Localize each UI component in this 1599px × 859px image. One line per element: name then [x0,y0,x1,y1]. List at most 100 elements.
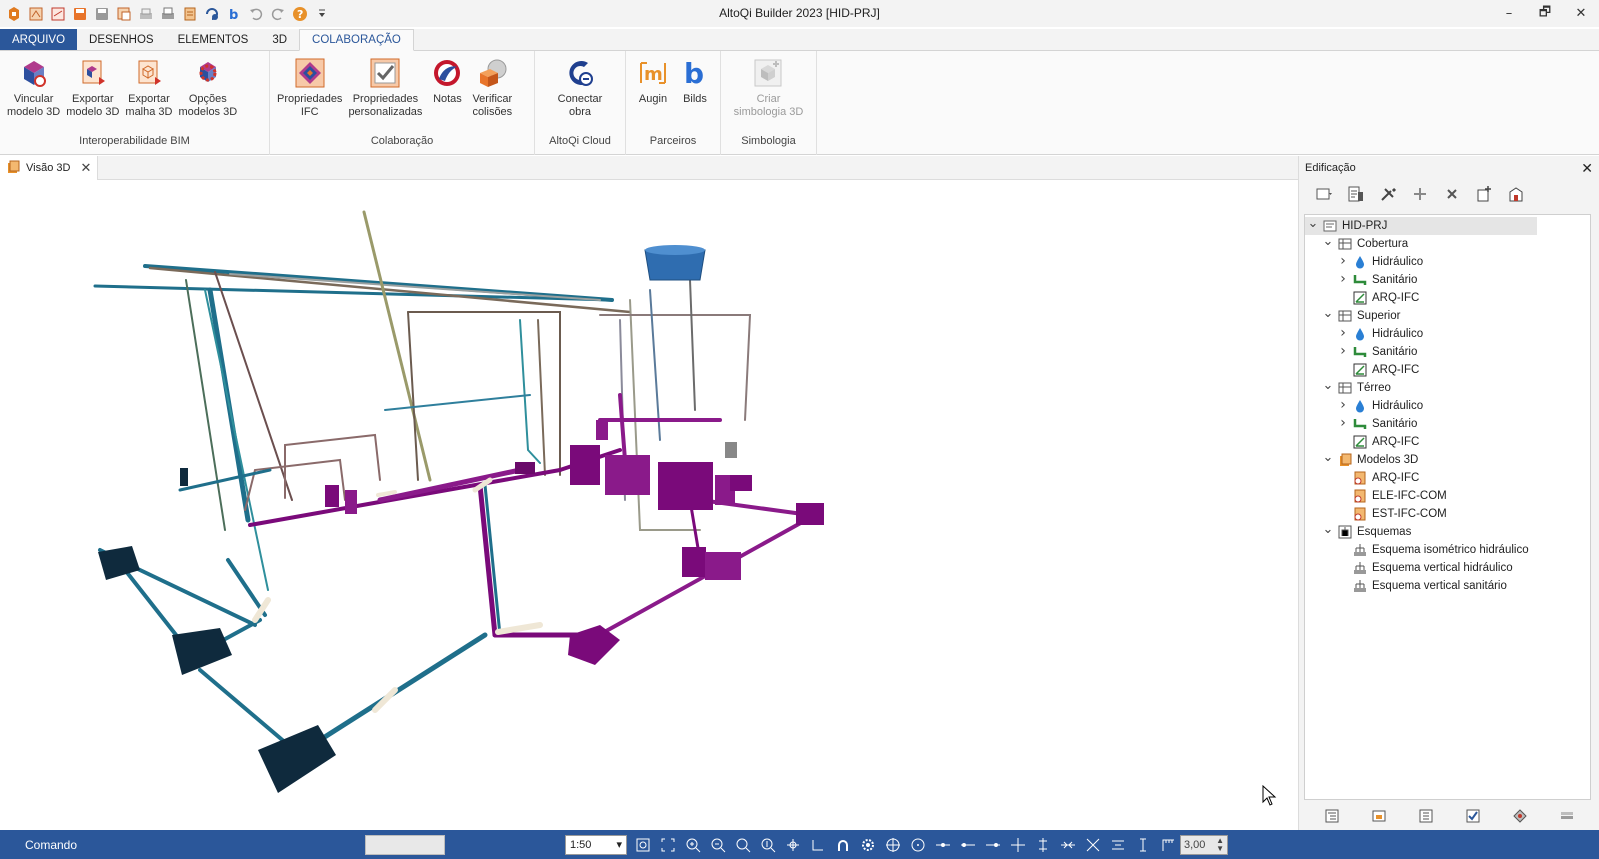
viewport-3d[interactable] [0,180,1298,830]
align-icon[interactable] [1108,835,1128,855]
conectar-obra-button[interactable]: Conectar obra [555,56,606,133]
vertical-snap-icon[interactable] [1133,835,1153,855]
snap-circle-icon[interactable] [908,835,928,855]
snap-tangent-icon[interactable] [1058,835,1078,855]
vincular-modelo-3d-button[interactable]: Vincular modelo 3D [4,56,63,133]
building-settings-icon[interactable] [1505,183,1527,205]
tree-item[interactable]: › Sanitário [1305,343,1590,361]
plugins-tab-icon[interactable] [1509,806,1531,826]
tab-colaboracao[interactable]: COLABORAÇÃO [299,29,414,51]
restore-button[interactable]: 🗗 [1527,0,1563,27]
expand-chevron-right-icon[interactable]: › [1336,342,1350,360]
exportar-modelo-3d-button[interactable]: Exportar modelo 3D [63,56,122,133]
bilds-button[interactable]: b Bilds [675,56,715,133]
tree-item[interactable]: › Sanitário [1305,415,1590,433]
expand-chevron-down-icon[interactable]: ⌄ [1321,376,1335,394]
propriedades-ifc-button[interactable]: Propriedades IFC [274,56,345,133]
grid-step-icon[interactable] [1158,835,1178,855]
customize-icon[interactable] [312,4,331,23]
tree-item[interactable]: ARQ-IFC [1305,361,1590,379]
snap-cross-icon[interactable] [1008,835,1028,855]
app-menu-icon[interactable] [4,4,23,23]
verificar-colisoes-button[interactable]: Verificar colisões [469,56,515,133]
tree-item[interactable]: ELE-IFC-COM [1305,487,1590,505]
open-pdf-icon[interactable] [48,4,67,23]
stack-tab-icon[interactable] [1556,806,1578,826]
properties-icon[interactable] [1345,183,1367,205]
scale-select[interactable]: 1:50 ▾ [565,834,627,855]
expand-chevron-right-icon[interactable]: › [1336,270,1350,288]
tree-view-tab-icon[interactable] [1321,806,1343,826]
ortho-icon[interactable] [808,835,828,855]
tree-item[interactable]: › Hidráulico [1305,253,1590,271]
tab-3d[interactable]: 3D [260,29,299,50]
tab-desenhos[interactable]: DESENHOS [77,29,166,50]
snap-perpendicular-icon[interactable] [1033,835,1053,855]
help-icon[interactable]: ? [290,4,309,23]
expand-chevron-down-icon[interactable]: ⌄ [1321,232,1335,250]
expand-chevron-down-icon[interactable]: ⌄ [1321,520,1335,538]
expand-chevron-down-icon[interactable]: ⌄ [1321,448,1335,466]
zoom-extents-icon[interactable] [658,835,678,855]
notas-button[interactable]: Notas [425,56,469,133]
opcoes-modelos-3d-button[interactable]: Opções modelos 3D [175,56,240,133]
tab-arquivo[interactable]: ARQUIVO [0,29,78,50]
tree-item[interactable]: ⌄ Modelos 3D [1305,448,1590,469]
pan-icon[interactable] [783,835,803,855]
tree-item[interactable]: › Hidráulico [1305,325,1590,343]
snap-extend-icon[interactable] [1083,835,1103,855]
zoom-in-icon[interactable] [683,835,703,855]
tree-item[interactable]: ⌄ Cobertura [1305,232,1590,253]
save-orange-icon[interactable] [70,4,89,23]
tools-icon[interactable] [1377,183,1399,205]
close-window-button[interactable]: ✕ [1563,0,1599,27]
tree-item[interactable]: EST-IFC-COM [1305,505,1590,523]
tree-item[interactable]: Esquema vertical sanitário [1305,577,1590,595]
redo-icon[interactable] [268,4,287,23]
tree-item[interactable]: Esquema isométrico hidráulico [1305,541,1590,559]
tree-item[interactable]: ⌄ Superior [1305,304,1590,325]
print-icon[interactable] [158,4,177,23]
settings-gear-icon[interactable] [858,835,878,855]
command-input[interactable] [365,834,445,855]
close-panel-icon[interactable]: ✕ [1581,160,1593,177]
close-tab-icon[interactable]: ✕ [80,160,91,176]
expand-chevron-right-icon[interactable]: › [1336,252,1350,270]
propriedades-personalizadas-button[interactable]: Propriedades personalizadas [345,56,425,133]
snap-center-icon[interactable] [883,835,903,855]
snap-intersection-icon[interactable] [983,835,1003,855]
tree-item[interactable]: Esquema vertical hidráulico [1305,559,1590,577]
expand-chevron-down-icon[interactable]: ⌄ [1321,304,1335,322]
tree-item[interactable]: ARQ-IFC [1305,469,1590,487]
tree-item[interactable]: ⌄ Térreo [1305,376,1590,397]
tree-item[interactable]: ⌄ HID-PRJ [1305,215,1537,235]
criar-simbologia-3d-button[interactable]: Criar simbologia 3D [731,56,807,133]
tree-item[interactable]: › Hidráulico [1305,397,1590,415]
zoom-previous-icon[interactable] [733,835,753,855]
expand-chevron-right-icon[interactable]: › [1336,414,1350,432]
expand-chevron-right-icon[interactable]: › [1336,396,1350,414]
save-icon[interactable] [92,4,111,23]
tree-item[interactable]: ⌄ Esquemas [1305,520,1590,541]
add-element-icon[interactable] [1409,183,1431,205]
tab-elementos[interactable]: ELEMENTOS [166,29,261,50]
exportar-malha-3d-button[interactable]: Exportar malha 3D [122,56,175,133]
magnet-icon[interactable] [833,835,853,855]
expand-chevron-right-icon[interactable]: › [1336,324,1350,342]
tab-visao-3d[interactable]: Visão 3D ✕ [0,156,99,180]
expand-chevron-down-icon[interactable]: ⌄ [1306,215,1320,232]
delete-icon[interactable] [1441,183,1463,205]
new-icon[interactable] [26,4,45,23]
print-preview-icon[interactable] [136,4,155,23]
list-tab-icon[interactable] [1415,806,1437,826]
tree-item[interactable]: ARQ-IFC [1305,289,1590,307]
tree-item[interactable]: ARQ-IFC [1305,433,1590,451]
snap-midpoint-icon[interactable] [933,835,953,855]
undo-icon[interactable] [246,4,265,23]
augin-button[interactable]: m Augin [631,56,675,133]
sync-icon[interactable] [202,4,221,23]
bilds-icon[interactable]: b [224,4,243,23]
zoom-window-icon[interactable] [633,835,653,855]
new-item-icon[interactable] [1473,183,1495,205]
snap-step-input[interactable]: 3,00 ▲ ▼ [1180,834,1228,855]
